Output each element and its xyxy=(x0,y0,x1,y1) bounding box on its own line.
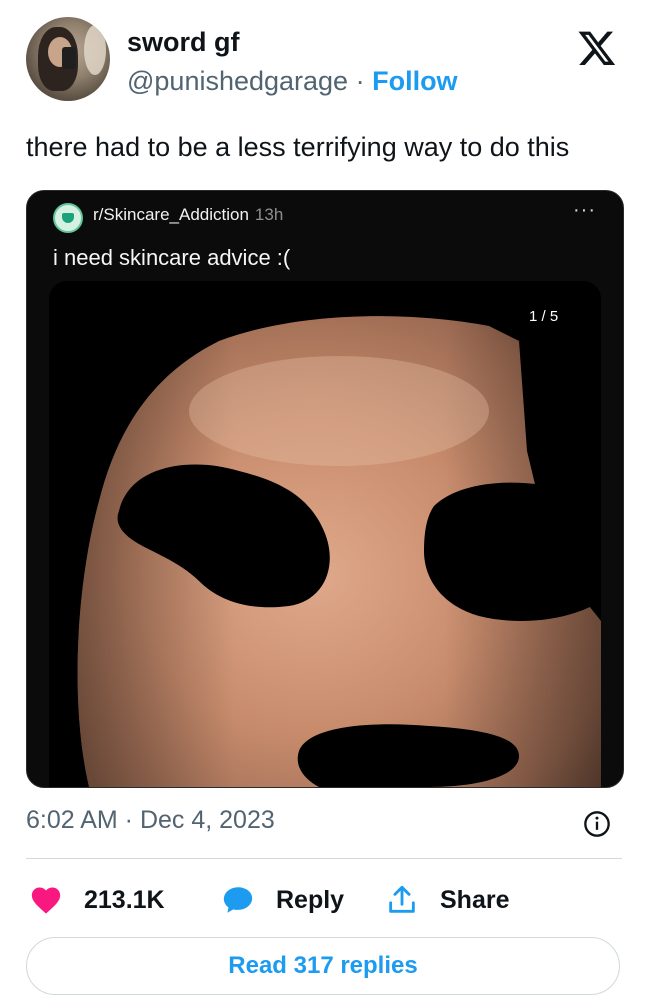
subreddit-avatar-icon xyxy=(53,203,83,233)
read-replies-label: Read 317 replies xyxy=(228,952,418,979)
heart-icon xyxy=(31,887,61,914)
right-eye-cover xyxy=(424,482,601,621)
display-name[interactable]: sword gf xyxy=(127,27,240,58)
subreddit-meta: r/Skincare_Addiction 13h xyxy=(93,205,283,225)
embedded-reddit-post[interactable]: r/Skincare_Addiction 13h ··· i need skinc… xyxy=(26,190,624,788)
share-upload-icon xyxy=(389,885,415,913)
face-mask-photo xyxy=(49,281,601,787)
tweet-text: there had to be a less terrifying way to… xyxy=(26,132,570,162)
share-label: Share xyxy=(440,885,510,914)
handle-separator: · xyxy=(348,66,373,96)
handle-line: @punishedgarage · Follow xyxy=(127,66,458,97)
follow-button[interactable]: Follow xyxy=(372,66,457,96)
user-handle[interactable]: @punishedgarage xyxy=(127,66,348,96)
avatar[interactable] xyxy=(26,17,110,101)
x-logo-icon[interactable] xyxy=(576,28,618,68)
post-image[interactable]: 1 / 5 xyxy=(49,281,601,787)
subreddit-name[interactable]: r/Skincare_Addiction xyxy=(93,205,249,224)
reply-button[interactable]: Reply xyxy=(218,878,344,922)
more-options-icon[interactable]: ··· xyxy=(573,199,596,222)
like-button[interactable]: 213.1K xyxy=(26,878,165,922)
read-replies-button[interactable]: Read 317 replies xyxy=(26,937,620,995)
info-icon[interactable] xyxy=(583,810,611,838)
post-timestamp[interactable]: 6:02 AM · Dec 4, 2023 xyxy=(26,806,275,835)
mouth-cover xyxy=(297,724,519,787)
reply-label: Reply xyxy=(276,885,345,914)
share-button[interactable]: Share xyxy=(382,878,509,922)
avatar-background-light xyxy=(84,25,106,75)
speech-bubble-icon xyxy=(223,887,253,913)
avatar-phone xyxy=(62,47,76,69)
divider xyxy=(26,858,622,859)
image-counter: 1 / 5 xyxy=(519,305,569,328)
post-age: 13h xyxy=(254,205,284,224)
like-count: 213.1K xyxy=(84,885,165,914)
post-title: i need skincare advice :( xyxy=(53,245,291,270)
